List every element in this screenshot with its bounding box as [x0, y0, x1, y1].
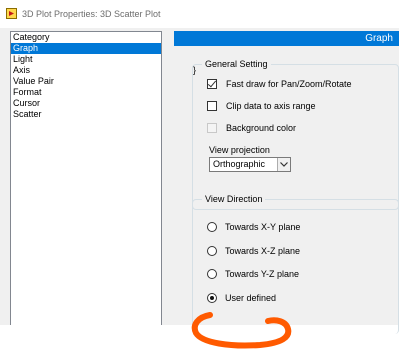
- towards-yz-label: Towards Y-Z plane: [225, 269, 300, 279]
- towards-xz-label: Towards X-Z plane: [225, 246, 301, 256]
- towards-yz-radio[interactable]: [207, 269, 217, 279]
- user-defined-label: User defined: [225, 293, 277, 303]
- towards-xz-option[interactable]: Towards X-Z plane: [207, 244, 300, 258]
- view-projection-label: View projection: [209, 145, 270, 155]
- category-item-cursor[interactable]: Cursor: [11, 98, 161, 109]
- view-projection-select[interactable]: Orthographic: [209, 157, 291, 172]
- fast-draw-label: Fast draw for Pan/Zoom/Rotate: [226, 79, 352, 89]
- title-bar[interactable]: 3D Plot Properties: 3D Scatter Plot: [0, 0, 399, 28]
- category-item-graph[interactable]: Graph: [11, 43, 161, 54]
- page-header: Graph: [174, 31, 399, 46]
- category-item-format[interactable]: Format: [11, 87, 161, 98]
- fast-draw-option[interactable]: Fast draw for Pan/Zoom/Rotate: [207, 77, 352, 91]
- app-icon: [6, 8, 17, 19]
- user-defined-radio[interactable]: [207, 293, 217, 303]
- clip-data-label: Clip data to axis range: [226, 101, 316, 111]
- chevron-down-icon[interactable]: [277, 158, 290, 171]
- towards-xy-radio[interactable]: [207, 222, 217, 232]
- category-item-axis[interactable]: Axis: [11, 65, 161, 76]
- towards-xy-label: Towards X-Y plane: [225, 222, 301, 232]
- category-item-light[interactable]: Light: [11, 54, 161, 65]
- clip-data-option[interactable]: Clip data to axis range: [207, 99, 316, 113]
- general-setting-title: General Setting: [202, 58, 271, 70]
- category-item-scatter[interactable]: Scatter: [11, 109, 161, 120]
- fast-draw-checkbox[interactable]: [207, 79, 217, 89]
- category-item-value-pair[interactable]: Value Pair: [11, 76, 161, 87]
- general-setting-group: General Setting Fast draw for Pan/Zoom/R…: [192, 58, 399, 210]
- clip-data-checkbox[interactable]: [207, 101, 217, 111]
- background-color-checkbox[interactable]: [207, 123, 217, 133]
- category-header: Category: [13, 32, 50, 42]
- towards-yz-option[interactable]: Towards Y-Z plane: [207, 267, 299, 281]
- towards-xy-option[interactable]: Towards X-Y plane: [207, 220, 300, 234]
- orange-highlight-mark: [191, 312, 292, 349]
- window-title: 3D Plot Properties: 3D Scatter Plot: [22, 9, 161, 19]
- view-direction-title: View Direction: [202, 193, 266, 205]
- background-color-option[interactable]: Background color: [207, 121, 296, 135]
- background-color-label: Background color: [226, 123, 297, 133]
- view-projection-value: Orthographic: [213, 159, 266, 169]
- dialog-client-area: Category Graph Light Axis Value Pair For…: [0, 28, 399, 349]
- towards-xz-radio[interactable]: [207, 246, 217, 256]
- category-list[interactable]: Category Graph Light Axis Value Pair For…: [10, 31, 162, 325]
- user-defined-option[interactable]: User defined: [207, 291, 276, 305]
